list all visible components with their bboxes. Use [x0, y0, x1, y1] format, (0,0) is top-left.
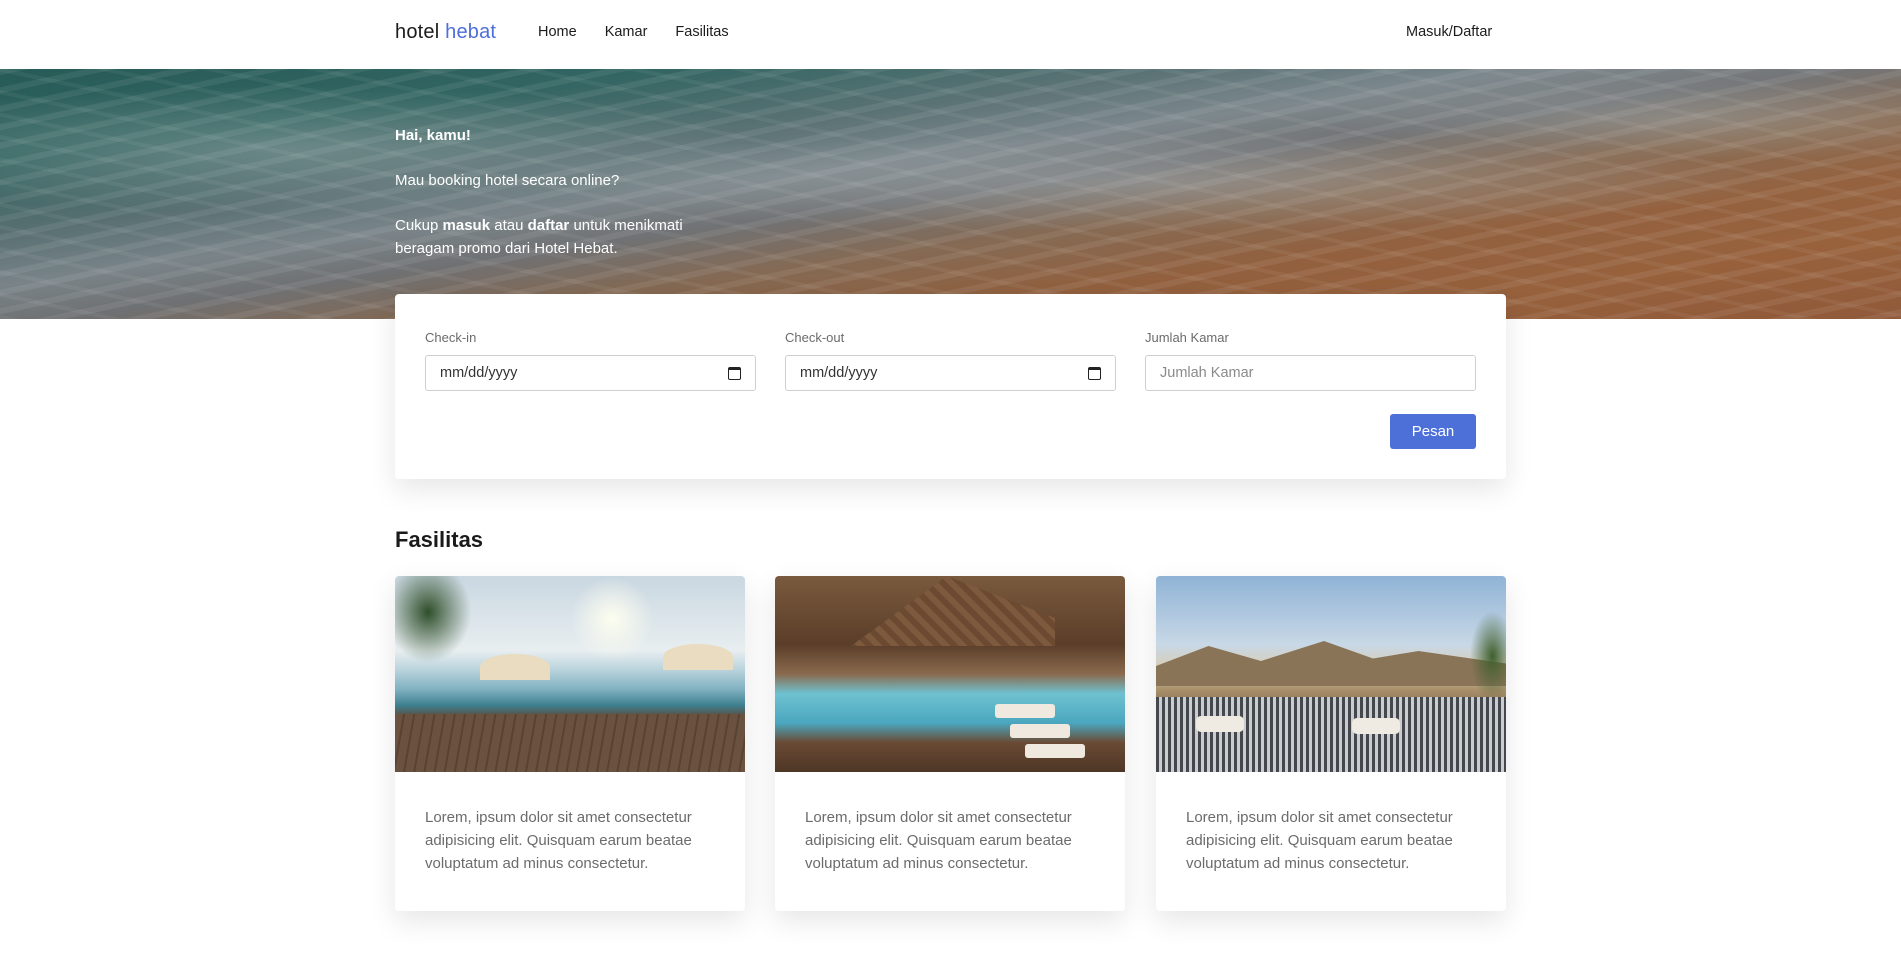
facility-image-resort-pool — [775, 576, 1125, 772]
rooms-field: Jumlah Kamar Jumlah Kamar — [1145, 330, 1476, 391]
rooms-input[interactable]: Jumlah Kamar — [1145, 355, 1476, 391]
hero-cta: Cukup masuk atau daftar untuk menikmati … — [395, 214, 735, 260]
checkout-input[interactable]: mm/dd/yyyy — [785, 355, 1116, 391]
hero-text: Hai, kamu! Mau booking hotel secara onli… — [395, 124, 735, 282]
striped-loungers — [1156, 697, 1506, 772]
hero-greeting: Hai, kamu! — [395, 127, 471, 144]
brand-text-hotel: hotel — [395, 21, 440, 43]
hero-cta-prefix: Cukup — [395, 217, 443, 234]
mountain-range — [1156, 641, 1506, 686]
brand-text-hebat: hebat — [445, 21, 497, 43]
facility-image-mountain-view — [1156, 576, 1506, 772]
checkout-label: Check-out — [785, 330, 845, 345]
hero-cta-daftar: daftar — [527, 217, 570, 234]
facility-card: Lorem, ipsum dolor sit amet consectetur … — [1156, 576, 1506, 911]
towel — [1196, 716, 1244, 732]
facility-card: Lorem, ipsum dolor sit amet consectetur … — [395, 576, 745, 911]
umbrella — [663, 644, 733, 670]
lounger — [995, 704, 1055, 718]
rooms-placeholder: Jumlah Kamar — [1160, 365, 1254, 381]
hero-cta-masuk: masuk — [442, 217, 491, 234]
login-register-link[interactable]: Masuk/Daftar — [1406, 24, 1492, 40]
thatched-roof — [851, 576, 1055, 646]
facility-card-text: Lorem, ipsum dolor sit amet consectetur … — [425, 809, 692, 872]
hero-banner: Hai, kamu! Mau booking hotel secara onli… — [0, 69, 1901, 319]
checkin-input[interactable]: mm/dd/yyyy — [425, 355, 756, 391]
calendar-icon[interactable] — [1088, 366, 1101, 380]
nav-link-kamar[interactable]: Kamar — [605, 24, 648, 40]
hero-background-image — [0, 69, 1901, 319]
checkout-field: Check-out mm/dd/yyyy — [785, 330, 1116, 391]
hero-question: Mau booking hotel secara online? — [395, 172, 620, 189]
navbar: hotel hebat Home Kamar Fasilitas Masuk/D… — [0, 0, 1901, 69]
checkin-field: Check-in mm/dd/yyyy — [425, 330, 756, 391]
checkout-value: mm/dd/yyyy — [800, 365, 878, 381]
checkin-value: mm/dd/yyyy — [440, 365, 518, 381]
nav-link-fasilitas[interactable]: Fasilitas — [675, 24, 728, 40]
facility-card-text: Lorem, ipsum dolor sit amet consectetur … — [805, 809, 1072, 872]
nav-link-home[interactable]: Home — [538, 24, 577, 40]
checkin-label: Check-in — [425, 330, 477, 345]
rooms-label: Jumlah Kamar — [1145, 330, 1229, 345]
pesan-button[interactable]: Pesan — [1390, 414, 1476, 449]
wooden-deck — [395, 714, 745, 772]
facility-card-text: Lorem, ipsum dolor sit amet consectetur … — [1186, 809, 1453, 872]
brand-logo[interactable]: hotel hebat — [395, 21, 496, 44]
hero-cta-atau: atau — [490, 217, 528, 234]
umbrella — [480, 654, 550, 680]
lounger — [1025, 744, 1085, 758]
tree — [1461, 596, 1506, 716]
lounger — [1010, 724, 1070, 738]
facility-card: Lorem, ipsum dolor sit amet consectetur … — [775, 576, 1125, 911]
booking-form: Check-in mm/dd/yyyy Check-out mm/dd/yyyy… — [395, 294, 1506, 479]
facilities-title: Fasilitas — [395, 527, 484, 552]
facility-image-pool-deck — [395, 576, 745, 772]
towel — [1352, 718, 1400, 734]
calendar-icon[interactable] — [728, 366, 741, 380]
nav-links: Home Kamar Fasilitas — [538, 24, 729, 40]
